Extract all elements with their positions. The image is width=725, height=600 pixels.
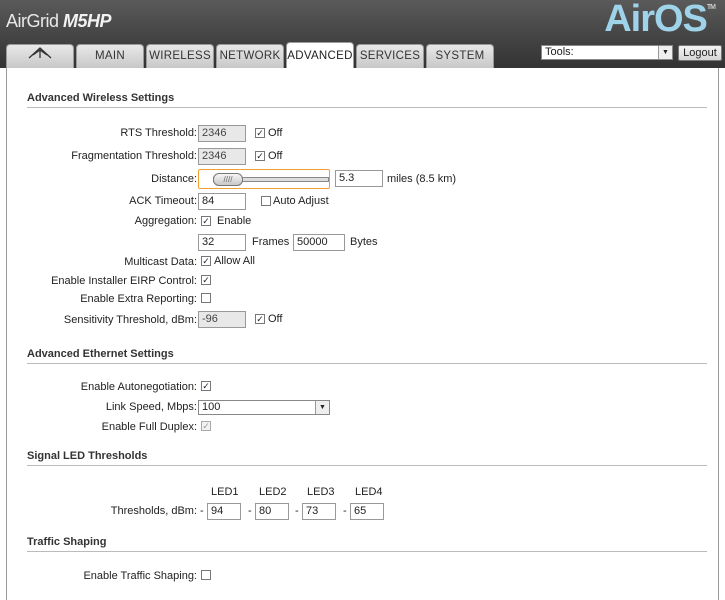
link-speed-label: Link Speed, Mbps: xyxy=(105,401,197,413)
tab-ubiquiti-logo[interactable] xyxy=(6,44,74,68)
brand-model: M5HP xyxy=(63,11,112,31)
auto-adjust-checkbox[interactable] xyxy=(261,196,271,206)
trademark: TM xyxy=(706,4,716,11)
ubiquiti-logo-icon xyxy=(27,47,53,64)
fragmentation-off-label: Off xyxy=(268,150,283,162)
device-brand: AirGrid M5HP xyxy=(6,11,112,32)
multicast-allow-all-label: Allow All xyxy=(214,255,255,267)
led1-dash: - xyxy=(200,505,204,517)
sensitivity-off-label: Off xyxy=(268,313,283,325)
rts-off-label: Off xyxy=(268,127,283,139)
led4-dash: - xyxy=(343,505,347,517)
brand-prefix: AirGrid xyxy=(6,11,59,31)
multicast-data-label: Multicast Data: xyxy=(124,256,197,268)
section-title-advanced-wireless: Advanced Wireless Settings xyxy=(27,92,707,108)
traffic-shaping-label: Enable Traffic Shaping: xyxy=(83,570,197,582)
rts-threshold-input[interactable]: 2346 xyxy=(198,125,246,142)
sensitivity-off-checkbox[interactable]: ✓ xyxy=(255,314,265,324)
rts-off-checkbox[interactable]: ✓ xyxy=(255,128,265,138)
fragmentation-threshold-label: Fragmentation Threshold: xyxy=(71,150,197,162)
led3-dash: - xyxy=(295,505,299,517)
aggregation-label: Aggregation: xyxy=(134,215,197,227)
multicast-allow-all-checkbox[interactable]: ✓ xyxy=(201,256,211,266)
rts-threshold-label: RTS Threshold: xyxy=(120,127,197,139)
tab-system[interactable]: SYSTEM xyxy=(426,44,494,68)
ack-timeout-label: ACK Timeout: xyxy=(129,195,197,207)
led3-label: LED3 xyxy=(307,486,335,498)
fragmentation-threshold-input[interactable]: 2346 xyxy=(198,148,246,165)
fragmentation-off-checkbox[interactable]: ✓ xyxy=(255,151,265,161)
advanced-settings-panel: Advanced Wireless Settings RTS Threshold… xyxy=(6,68,719,600)
distance-label: Distance: xyxy=(151,173,197,185)
led1-label: LED1 xyxy=(211,486,239,498)
aggregation-enable-label: Enable xyxy=(217,215,252,227)
tab-services[interactable]: SERVICES xyxy=(356,44,424,68)
link-speed-select[interactable]: 100 ▼ xyxy=(198,400,330,415)
tab-wireless[interactable]: WIRELESS xyxy=(146,44,214,68)
aggregation-frames-input[interactable]: 32 xyxy=(198,234,246,251)
extra-reporting-checkbox[interactable] xyxy=(201,293,211,303)
slider-handle-icon[interactable]: //// xyxy=(213,173,243,186)
tools-select-value: Tools: xyxy=(545,46,574,58)
tab-network[interactable]: NETWORK xyxy=(216,44,284,68)
chevron-down-icon: ▼ xyxy=(658,46,672,59)
sensitivity-threshold-input[interactable]: -96 xyxy=(198,311,246,328)
autonegotiation-label: Enable Autonegotiation: xyxy=(80,381,197,393)
autonegotiation-checkbox[interactable]: ✓ xyxy=(201,381,211,391)
auto-adjust-label: Auto Adjust xyxy=(273,195,329,207)
installer-eirp-checkbox[interactable]: ✓ xyxy=(201,275,211,285)
extra-reporting-label: Enable Extra Reporting: xyxy=(80,293,197,305)
led3-threshold-input[interactable]: 73 xyxy=(302,503,336,520)
airos-logo: AirOSTM xyxy=(604,0,716,41)
led2-threshold-input[interactable]: 80 xyxy=(255,503,289,520)
section-title-advanced-ethernet: Advanced Ethernet Settings xyxy=(27,348,707,364)
tools-select[interactable]: Tools: ▼ xyxy=(541,45,673,60)
tab-main[interactable]: MAIN xyxy=(76,44,144,68)
logout-button[interactable]: Logout xyxy=(678,45,722,61)
traffic-shaping-checkbox[interactable] xyxy=(201,570,211,580)
led4-threshold-input[interactable]: 65 xyxy=(350,503,384,520)
led2-label: LED2 xyxy=(259,486,287,498)
full-duplex-checkbox: ✓ xyxy=(201,421,211,431)
section-title-signal-led: Signal LED Thresholds xyxy=(27,450,707,466)
bytes-label: Bytes xyxy=(350,236,378,248)
chevron-down-icon: ▼ xyxy=(315,401,329,414)
led2-dash: - xyxy=(248,505,252,517)
full-duplex-label: Enable Full Duplex: xyxy=(101,421,197,433)
distance-unit-label: miles (8.5 km) xyxy=(387,173,457,185)
aggregation-enable-checkbox[interactable]: ✓ xyxy=(201,216,211,226)
distance-input[interactable]: 5.3 xyxy=(335,170,383,187)
header-bar: AirGrid M5HP AirOSTM MAIN WIRELESS NETWO… xyxy=(0,0,725,68)
ack-timeout-input[interactable]: 84 xyxy=(198,193,246,210)
aggregation-bytes-input[interactable]: 50000 xyxy=(293,234,345,251)
link-speed-value: 100 xyxy=(202,401,221,413)
section-title-traffic-shaping: Traffic Shaping xyxy=(27,536,707,552)
frames-label: Frames xyxy=(252,236,290,248)
installer-eirp-label: Enable Installer EIRP Control: xyxy=(51,275,197,287)
led1-threshold-input[interactable]: 94 xyxy=(207,503,241,520)
distance-slider[interactable]: //// xyxy=(198,169,330,189)
tab-advanced[interactable]: ADVANCED xyxy=(286,42,354,68)
sensitivity-threshold-label: Sensitivity Threshold, dBm: xyxy=(63,314,197,326)
led4-label: LED4 xyxy=(355,486,383,498)
airos-logo-text: AirOS xyxy=(604,0,708,40)
thresholds-label: Thresholds, dBm: xyxy=(110,505,197,517)
